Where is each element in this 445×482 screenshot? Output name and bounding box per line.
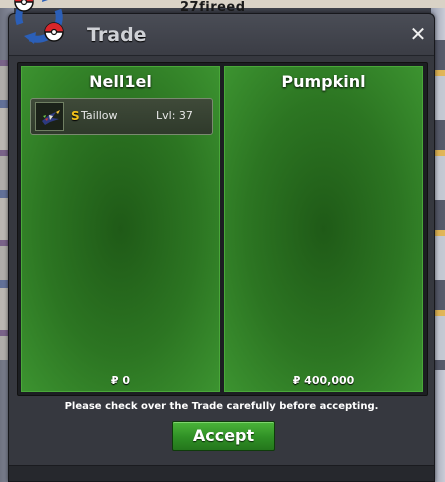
my-offer-panel: Nell1el S Taillow Lvl: 37 ₽ 0 <box>21 66 220 392</box>
accept-button[interactable]: Accept <box>172 421 275 451</box>
window-bottom-bar <box>9 465 434 481</box>
trade-window: Trade ✕ Nell1el S Taillow Lvl: 37 ₽ 0 Pu… <box>8 13 435 482</box>
shiny-marker: S <box>71 109 80 123</box>
trade-item-row[interactable]: S Taillow Lvl: 37 <box>30 98 213 135</box>
taillow-sprite-icon <box>35 102 64 131</box>
trade-offers-area: Nell1el S Taillow Lvl: 37 ₽ 0 Pumpkinl ₽… <box>17 62 428 396</box>
right-player-name: Pumpkinl <box>281 72 366 91</box>
title-bar[interactable]: Trade ✕ <box>9 14 434 56</box>
left-player-name: Nell1el <box>89 72 152 91</box>
right-money-offer: ₽ 400,000 <box>292 374 355 387</box>
pokeball-trade-icon <box>8 0 70 48</box>
pokemon-level: Lvl: 37 <box>156 109 193 122</box>
their-offer-panel: Pumpkinl ₽ 400,000 <box>224 66 423 392</box>
close-button[interactable]: ✕ <box>408 24 428 44</box>
left-money-offer: ₽ 0 <box>110 374 131 387</box>
trade-warning-text: Please check over the Trade carefully be… <box>64 401 379 412</box>
window-title: Trade <box>87 24 147 46</box>
pokemon-name: Taillow <box>81 109 118 122</box>
